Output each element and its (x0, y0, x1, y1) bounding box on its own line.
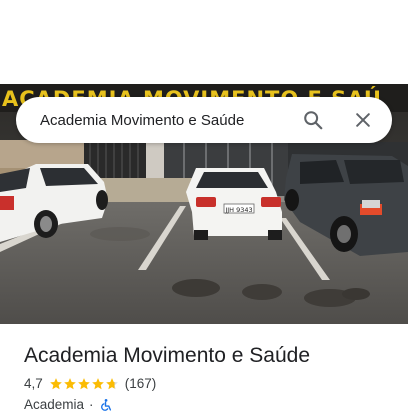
place-info-panel: Academia Movimento e Saúde 4,7 (167) Aca… (0, 324, 408, 412)
rating-stars (49, 377, 119, 391)
license-plate-text: JJH 9343 (224, 206, 252, 214)
close-icon (356, 113, 370, 127)
star-icon (77, 377, 90, 389)
top-spacer (0, 0, 408, 84)
review-count[interactable]: (167) (125, 376, 157, 391)
center-car: JJH 9343 (186, 168, 282, 240)
star-icon (63, 377, 76, 389)
close-button[interactable] (348, 105, 378, 135)
search-icon (304, 111, 323, 130)
rating-value: 4,7 (24, 376, 43, 391)
search-bar[interactable]: Academia Movimento e Saúde (16, 97, 392, 143)
search-button[interactable] (298, 105, 328, 135)
category-row: Academia · (24, 397, 112, 412)
place-category: Academia (24, 397, 85, 412)
star-icon (91, 377, 104, 389)
rating-row[interactable]: 4,7 (167) (24, 376, 156, 391)
star-icon (105, 377, 118, 389)
place-title: Academia Movimento e Saúde (24, 344, 310, 367)
separator-dot: · (89, 397, 94, 412)
star-icon (49, 377, 62, 389)
wheelchair-icon (100, 398, 111, 411)
search-input[interactable]: Academia Movimento e Saúde (40, 112, 298, 129)
